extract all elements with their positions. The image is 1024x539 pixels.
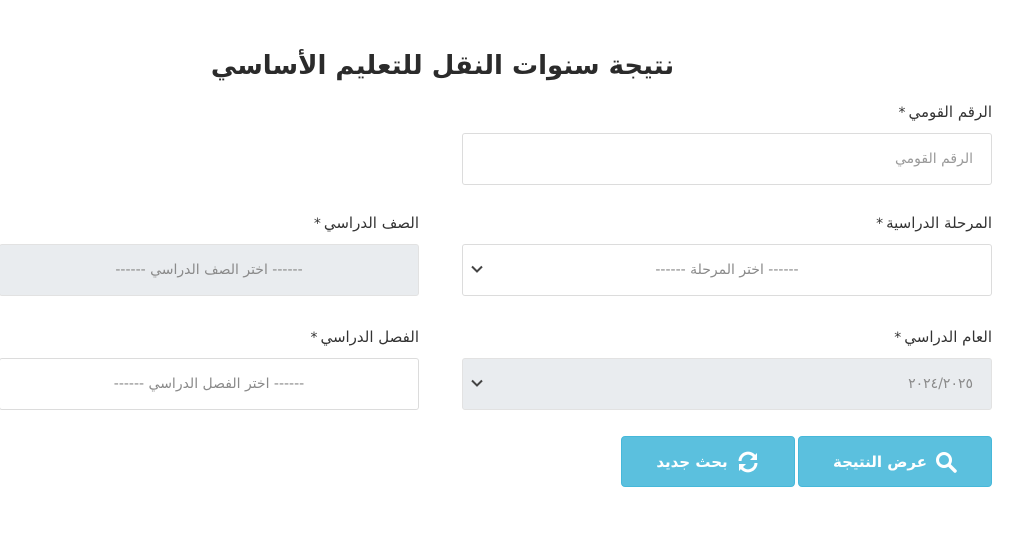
new-search-button[interactable]: بحث جديد (621, 436, 795, 487)
stage-label-text: المرحلة الدراسية (886, 214, 992, 232)
grade-label: الصف الدراسي* (314, 212, 419, 235)
term-label: الفصل الدراسي* (310, 326, 419, 349)
grade-select-value: ------ اختر الصف الدراسي ------ (115, 262, 303, 278)
academic-year-label-text: العام الدراسي (904, 328, 992, 346)
national-id-label-text: الرقم القومي (908, 103, 992, 121)
refresh-icon (736, 450, 760, 474)
required-mark: * (313, 216, 321, 232)
term-select[interactable]: ------ اختر الفصل الدراسي ------ (0, 358, 419, 410)
chevron-down-icon (471, 377, 483, 392)
academic-year-label: العام الدراسي* (894, 326, 992, 349)
required-mark: * (898, 105, 906, 121)
national-id-input[interactable] (462, 133, 992, 185)
stage-select[interactable]: ------ اختر المرحلة ------ (462, 244, 992, 296)
required-mark: * (310, 330, 318, 346)
show-result-button-label: عرض النتيجة (832, 452, 928, 471)
new-search-button-label: بحث جديد (656, 452, 728, 471)
grade-label-text: الصف الدراسي (323, 214, 419, 232)
required-mark: * (894, 330, 902, 346)
national-id-label: الرقم القومي* (898, 101, 992, 124)
stage-select-value: ------ اختر المرحلة ------ (655, 262, 799, 278)
show-result-button[interactable]: عرض النتيجة (798, 436, 992, 487)
page-title: نتيجة سنوات النقل للتعليم الأساسي (210, 51, 675, 81)
search-icon (935, 451, 957, 473)
academic-year-select-value: ٢٠٢٤/٢٠٢٥ (908, 376, 973, 392)
result-form-page: نتيجة سنوات النقل للتعليم الأساسي الرقم … (0, 0, 1024, 539)
academic-year-select[interactable]: ٢٠٢٤/٢٠٢٥ (462, 358, 992, 410)
required-mark: * (876, 216, 884, 232)
stage-label: المرحلة الدراسية* (876, 212, 992, 235)
chevron-down-icon (471, 263, 483, 278)
grade-select[interactable]: ------ اختر الصف الدراسي ------ (0, 244, 419, 296)
term-select-value: ------ اختر الفصل الدراسي ------ (113, 376, 305, 392)
term-label-text: الفصل الدراسي (320, 328, 419, 346)
